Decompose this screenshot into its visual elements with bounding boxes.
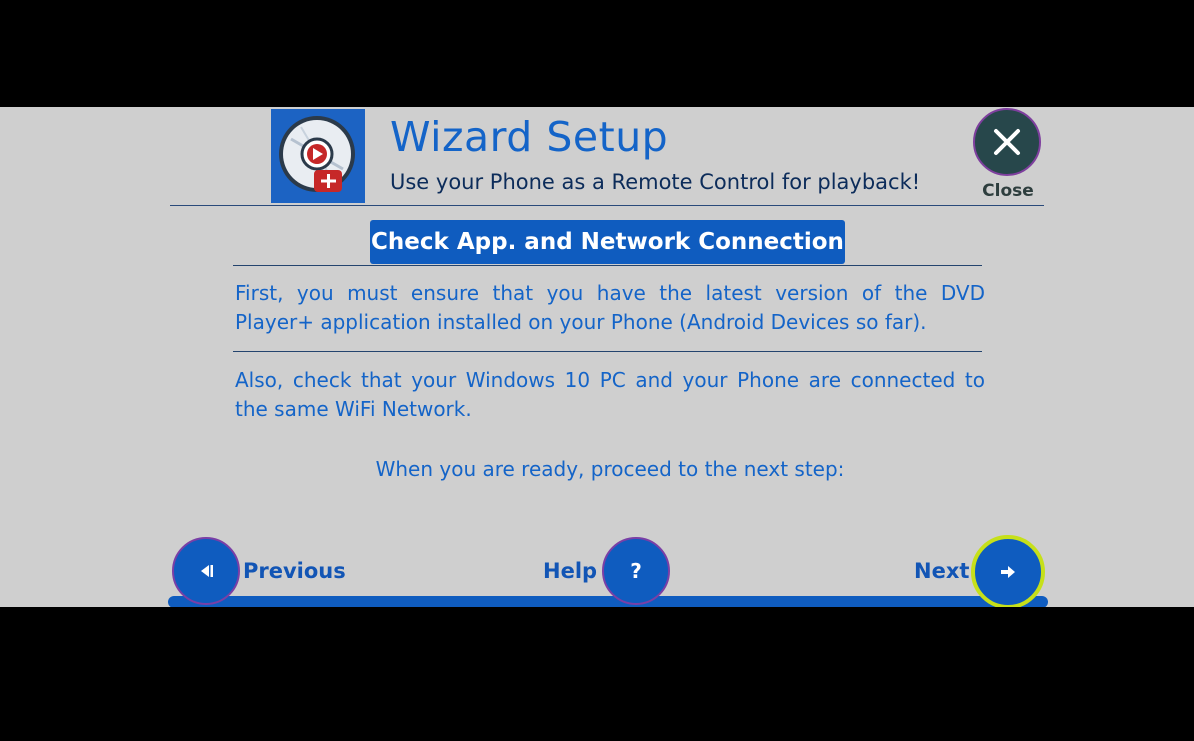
wizard-subtitle: Use your Phone as a Remote Control for p…	[390, 170, 921, 194]
close-label[interactable]: Close	[969, 181, 1047, 201]
header-divider	[170, 205, 1044, 206]
next-label[interactable]: Next	[914, 559, 969, 583]
paragraph-app-version: First, you must ensure that you have the…	[235, 281, 985, 334]
wizard-panel: Wizard Setup Use your Phone as a Remote …	[0, 107, 1194, 607]
help-icon: ?	[630, 559, 642, 583]
app-logo	[271, 109, 365, 203]
dvd-player-plus-logo-icon	[271, 109, 365, 203]
ready-instruction: When you are ready, proceed to the next …	[375, 457, 845, 481]
paragraph-network: Also, check that your Windows 10 PC and …	[235, 368, 985, 421]
divider-top	[233, 265, 982, 266]
previous-label[interactable]: Previous	[243, 559, 346, 583]
help-label[interactable]: Help	[543, 559, 597, 583]
arrow-right-icon	[1001, 566, 1015, 578]
section-heading: Check App. and Network Connection	[370, 220, 845, 264]
close-button[interactable]	[973, 108, 1041, 176]
bottom-nav-bar	[168, 596, 1048, 607]
help-button[interactable]: ?	[602, 537, 670, 605]
divider-middle	[233, 351, 982, 352]
wizard-title: Wizard Setup	[390, 113, 669, 161]
next-button[interactable]	[971, 535, 1045, 607]
close-icon	[994, 129, 1020, 155]
previous-icon	[201, 565, 213, 577]
previous-button[interactable]	[172, 537, 240, 605]
